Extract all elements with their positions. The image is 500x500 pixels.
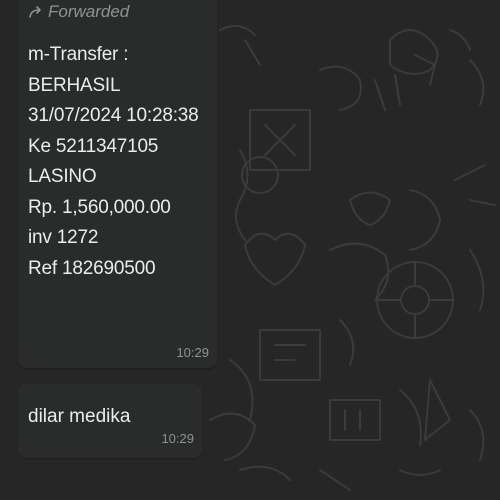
message-bubble[interactable]: dilar medika 10:29 <box>18 384 202 458</box>
message-line: LASINO <box>28 166 97 187</box>
message-line: inv 1272 <box>28 227 99 248</box>
message-line: Rp. 1,560,000.00 <box>28 196 171 218</box>
message-line: m-Transfer : <box>28 44 129 65</box>
forwarded-text: Forwarded <box>48 2 130 21</box>
message-line: Ke 5211347105 <box>28 135 159 157</box>
message-bubble-forwarded[interactable]: Forwarded m-Transfer : BERHASIL 31/07/20… <box>18 0 217 368</box>
message-line: Ref 182690500 <box>28 257 156 279</box>
message-line: BERHASIL <box>28 74 121 96</box>
message-timestamp: 10:29 <box>176 345 209 360</box>
message-text: dilar medika <box>28 406 131 427</box>
forward-arrow-icon <box>29 6 41 18</box>
message-line: 31/07/2024 10:28:38 <box>28 105 199 126</box>
message-timestamp: 10:29 <box>161 431 194 446</box>
forwarded-label: Forwarded <box>28 2 129 22</box>
message-text: m-Transfer : BERHASIL 31/07/2024 10:28:3… <box>28 40 199 284</box>
chat-background: Forwarded m-Transfer : BERHASIL 31/07/20… <box>0 0 500 500</box>
